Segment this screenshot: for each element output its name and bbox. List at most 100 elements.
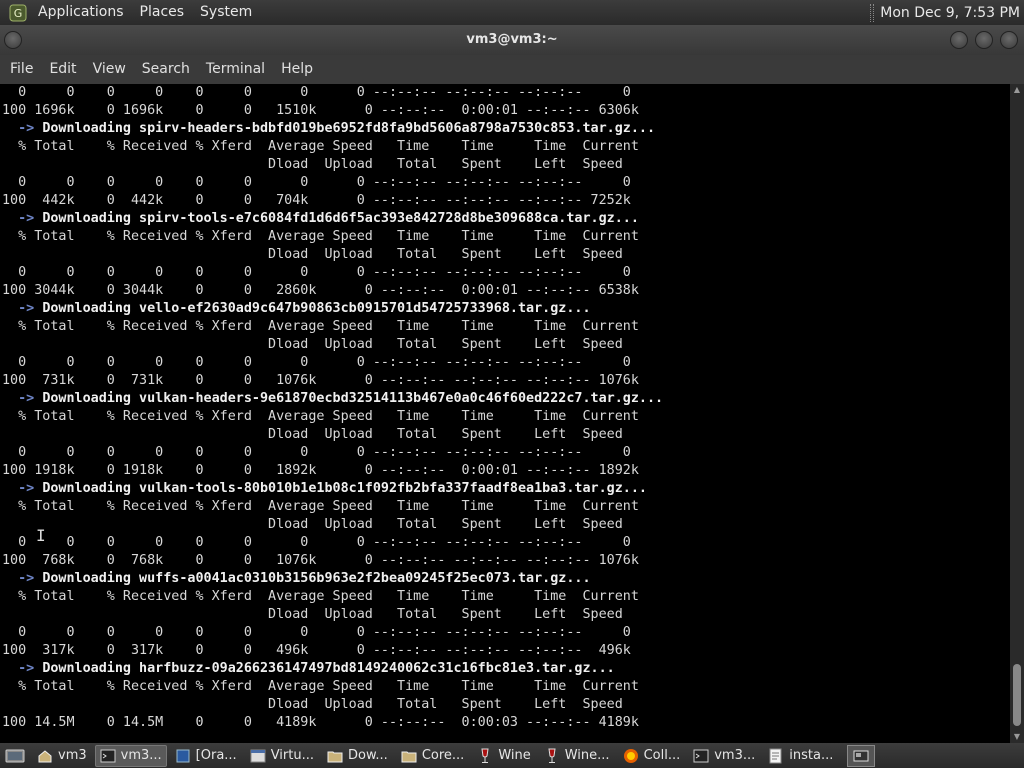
taskbar-button-label: vm3 xyxy=(58,748,87,763)
terminal-line: 0 0 0 0 0 0 0 0 --:--:-- --:--:-- --:--:… xyxy=(2,85,631,100)
taskbar-button[interactable]: [Ora... xyxy=(170,745,242,767)
window-icon xyxy=(250,748,266,764)
terminal-scrollbar[interactable]: ▲ ▼ xyxy=(1010,84,1024,743)
folder-icon xyxy=(327,748,343,764)
terminal-output: 0 0 0 0 0 0 0 0 --:--:-- --:--:-- --:--:… xyxy=(2,84,663,732)
folder-icon xyxy=(401,748,417,764)
terminal-icon xyxy=(100,748,116,764)
terminal-line: Dload Upload Total Spent Left Speed xyxy=(2,427,623,442)
terminal-line: 100 768k 0 768k 0 0 1076k 0 --:--:-- --:… xyxy=(2,553,639,568)
terminal-line: 100 14.5M 0 14.5M 0 0 4189k 0 --:--:-- 0… xyxy=(2,715,639,730)
taskbar-button[interactable]: Dow... xyxy=(322,745,393,767)
terminal-line: 0 0 0 0 0 0 0 0 --:--:-- --:--:-- --:--:… xyxy=(2,265,631,280)
taskbar-button-label: Coll... xyxy=(643,748,681,763)
applications-menu[interactable]: Applications xyxy=(30,0,132,25)
window-titlebar[interactable]: vm3@vm3:~ xyxy=(0,25,1024,55)
terminal-line: 100 442k 0 442k 0 0 704k 0 --:--:-- --:-… xyxy=(2,193,631,208)
terminal-line: 100 3044k 0 3044k 0 0 2860k 0 --:--:-- 0… xyxy=(2,283,639,298)
arrow-icon: -> xyxy=(2,211,43,226)
terminal-download-line: -> Downloading vello-ef2630ad9c647b90863… xyxy=(2,300,663,318)
terminal-download-line: -> Downloading harfbuzz-09a266236147497b… xyxy=(2,660,663,678)
terminal-line: % Total % Received % Xferd Average Speed… xyxy=(2,319,639,334)
taskbar-button[interactable]: Wine xyxy=(472,745,535,767)
terminal-menubar: File Edit View Search Terminal Help xyxy=(0,55,1024,84)
terminal-download-line: -> Downloading wuffs-a0041ac0310b3156b96… xyxy=(2,570,663,588)
terminal-icon xyxy=(693,748,709,764)
download-label: Downloading vello-ef2630ad9c647b90863cb0… xyxy=(42,301,591,316)
taskbar-button[interactable]: insta... xyxy=(763,745,838,767)
terminal-line: Dload Upload Total Spent Left Speed xyxy=(2,517,623,532)
terminal-line: 0 0 0 0 0 0 0 0 --:--:-- --:--:-- --:--:… xyxy=(2,445,631,460)
menu-file[interactable]: File xyxy=(2,55,41,84)
taskbar-button-label: Wine xyxy=(498,748,531,763)
taskbar-button[interactable]: Virtu... xyxy=(245,745,319,767)
download-label: Downloading spirv-headers-bdbfd019be6952… xyxy=(42,121,656,136)
task-list: vm3 vm3... [Ora... Virtu... Dow... Core... Win… xyxy=(32,744,841,767)
terminal-line: Dload Upload Total Spent Left Speed xyxy=(2,337,623,352)
clock[interactable]: Mon Dec 9, 7:53 PM xyxy=(880,5,1024,21)
minimize-button[interactable] xyxy=(950,31,968,49)
terminal-download-line: -> Downloading spirv-tools-e7c6084fd1d6d… xyxy=(2,210,663,228)
virtualbox-icon xyxy=(175,748,191,764)
download-label: Downloading vulkan-tools-80b010b1e1b08c1… xyxy=(42,481,647,496)
arrow-icon: -> xyxy=(2,571,43,586)
taskbar-button[interactable]: Coll... xyxy=(618,745,686,767)
taskbar-button-label: Virtu... xyxy=(270,748,314,763)
scroll-thumb[interactable] xyxy=(1013,664,1021,726)
taskbar-button-label: Core... xyxy=(421,748,465,763)
ibeam-cursor-icon: I xyxy=(36,526,46,545)
taskbar-button-label: vm3... xyxy=(714,748,756,763)
terminal-line: % Total % Received % Xferd Average Speed… xyxy=(2,499,639,514)
text-editor-icon xyxy=(768,748,784,764)
gnome-foot-icon[interactable]: G xyxy=(8,3,28,23)
scroll-up-icon[interactable]: ▲ xyxy=(1010,84,1024,96)
system-menu[interactable]: System xyxy=(192,0,260,25)
top-panel: G Applications Places System Mon Dec 9, … xyxy=(0,0,1024,25)
terminal-line: % Total % Received % Xferd Average Speed… xyxy=(2,589,639,604)
taskbar-button-label: Dow... xyxy=(348,748,388,763)
taskbar-button[interactable]: vm3... xyxy=(94,744,167,767)
arrow-icon: -> xyxy=(2,481,43,496)
terminal-line: Dload Upload Total Spent Left Speed xyxy=(2,247,623,262)
menu-terminal[interactable]: Terminal xyxy=(198,55,273,84)
maximize-button[interactable] xyxy=(975,31,993,49)
terminal-line: % Total % Received % Xferd Average Speed… xyxy=(2,139,639,154)
places-menu[interactable]: Places xyxy=(132,0,193,25)
terminal-download-line: -> Downloading spirv-headers-bdbfd019be6… xyxy=(2,120,663,138)
download-label: Downloading vulkan-headers-9e61870ecbd32… xyxy=(42,391,664,406)
arrow-icon: -> xyxy=(2,391,43,406)
terminal-download-line: -> Downloading vulkan-headers-9e61870ecb… xyxy=(2,390,663,408)
panel-separator xyxy=(870,3,875,22)
wine-icon xyxy=(544,748,560,764)
window-title: vm3@vm3:~ xyxy=(466,32,558,47)
terminal-download-line: -> Downloading vulkan-tools-80b010b1e1b0… xyxy=(2,480,663,498)
arrow-icon: -> xyxy=(2,661,43,676)
menu-search[interactable]: Search xyxy=(134,55,198,84)
wine-icon xyxy=(477,748,493,764)
close-button[interactable] xyxy=(1000,31,1018,49)
taskbar-button[interactable]: vm3 xyxy=(32,745,92,767)
home-folder-icon xyxy=(37,748,53,764)
terminal-line: % Total % Received % Xferd Average Speed… xyxy=(2,409,639,424)
workspace-switcher[interactable] xyxy=(847,744,876,767)
taskbar-button-label: [Ora... xyxy=(195,748,237,763)
terminal-line: 0 0 0 0 0 0 0 0 --:--:-- --:--:-- --:--:… xyxy=(2,625,631,640)
menu-edit[interactable]: Edit xyxy=(41,55,84,84)
bottom-taskbar: vm3 vm3... [Ora... Virtu... Dow... Core... Win… xyxy=(0,743,1024,768)
svg-text:G: G xyxy=(14,7,23,20)
menu-view[interactable]: View xyxy=(85,55,134,84)
arrow-icon: -> xyxy=(2,301,43,316)
terminal-line: 0 0 0 0 0 0 0 0 --:--:-- --:--:-- --:--:… xyxy=(2,535,631,550)
terminal-area[interactable]: 0 0 0 0 0 0 0 0 --:--:-- --:--:-- --:--:… xyxy=(0,84,1010,743)
terminal-line: 100 317k 0 317k 0 0 496k 0 --:--:-- --:-… xyxy=(2,643,631,658)
terminal-line: Dload Upload Total Spent Left Speed xyxy=(2,697,623,712)
taskbar-button[interactable]: Core... xyxy=(396,745,470,767)
menu-help[interactable]: Help xyxy=(273,55,321,84)
terminal-line: 0 0 0 0 0 0 0 0 --:--:-- --:--:-- --:--:… xyxy=(2,355,631,370)
taskbar-button[interactable]: vm3... xyxy=(688,745,760,767)
terminal-line: Dload Upload Total Spent Left Speed xyxy=(2,607,623,622)
taskbar-button[interactable]: Wine... xyxy=(539,745,615,767)
scroll-down-icon[interactable]: ▼ xyxy=(1010,731,1024,743)
terminal-line: % Total % Received % Xferd Average Speed… xyxy=(2,679,639,694)
show-desktop-icon[interactable] xyxy=(2,745,28,767)
